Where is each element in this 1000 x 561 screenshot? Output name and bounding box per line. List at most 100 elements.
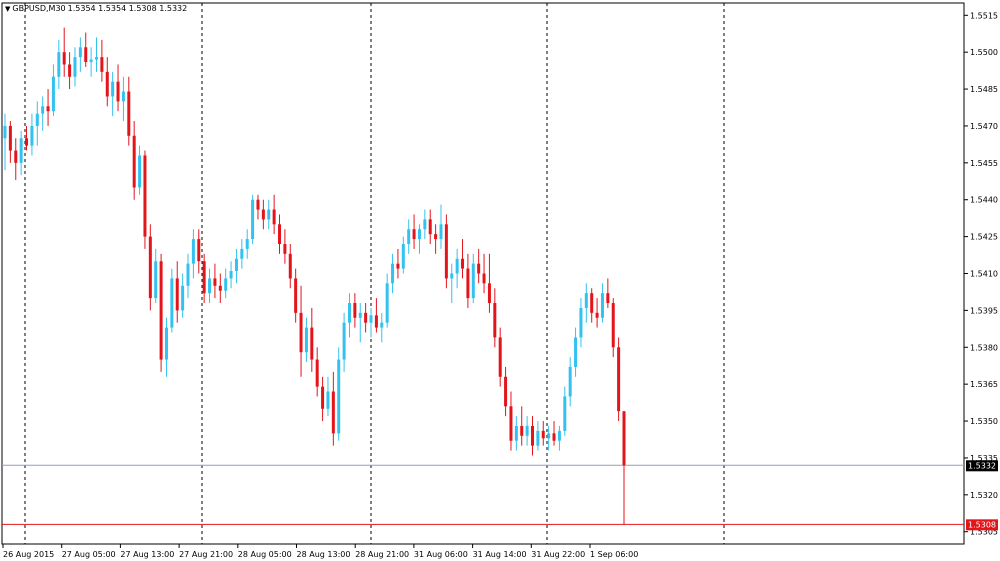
candle[interactable] xyxy=(224,268,228,299)
candle[interactable] xyxy=(3,113,7,171)
candle[interactable] xyxy=(272,194,276,235)
candle[interactable] xyxy=(261,199,265,230)
candle[interactable] xyxy=(78,37,82,72)
candle[interactable] xyxy=(557,425,561,451)
candle[interactable] xyxy=(353,293,357,328)
candle[interactable] xyxy=(132,121,136,200)
candle[interactable] xyxy=(202,253,206,304)
candle[interactable] xyxy=(530,416,534,456)
candle[interactable] xyxy=(482,253,486,294)
candle[interactable] xyxy=(477,248,481,284)
candle[interactable] xyxy=(622,411,626,525)
candle[interactable] xyxy=(407,219,411,254)
candle[interactable] xyxy=(364,303,368,333)
candle[interactable] xyxy=(84,32,88,67)
candle[interactable] xyxy=(498,327,502,387)
candle[interactable] xyxy=(73,47,77,87)
candle[interactable] xyxy=(342,312,346,372)
candle[interactable] xyxy=(283,229,287,264)
candle[interactable] xyxy=(175,261,179,323)
candle[interactable] xyxy=(267,199,271,230)
candle[interactable] xyxy=(159,253,163,372)
candle[interactable] xyxy=(213,263,217,299)
candle[interactable] xyxy=(455,248,459,289)
candle[interactable] xyxy=(331,371,335,446)
candle[interactable] xyxy=(391,253,395,294)
candle[interactable] xyxy=(461,239,465,279)
candle[interactable] xyxy=(584,283,588,323)
candle[interactable] xyxy=(450,263,454,304)
candle[interactable] xyxy=(520,406,524,446)
price-chart[interactable]: 1.5515 1.5500 1.5485 1.5470 1.5455 1.5440 1.54… xyxy=(0,0,1000,561)
candle[interactable] xyxy=(229,261,233,289)
candle[interactable] xyxy=(191,229,195,279)
candle[interactable] xyxy=(487,253,491,313)
candle[interactable] xyxy=(89,47,93,77)
candle[interactable] xyxy=(14,138,18,181)
candle[interactable] xyxy=(294,268,298,323)
candle[interactable] xyxy=(374,298,378,333)
candle[interactable] xyxy=(369,307,373,338)
candle[interactable] xyxy=(504,366,508,417)
candle[interactable] xyxy=(138,145,142,195)
candle[interactable] xyxy=(62,27,66,77)
candle[interactable] xyxy=(164,317,168,377)
candle[interactable] xyxy=(208,268,212,304)
candle[interactable] xyxy=(116,64,120,112)
candle[interactable] xyxy=(186,253,190,299)
candle[interactable] xyxy=(111,71,115,117)
candle[interactable] xyxy=(245,229,249,259)
candle[interactable] xyxy=(234,248,238,284)
candle[interactable] xyxy=(256,194,260,220)
candle[interactable] xyxy=(428,209,432,244)
candle[interactable] xyxy=(143,150,147,249)
chart-window[interactable]: 1.5515 1.5500 1.5485 1.5470 1.5455 1.5440 1.54… xyxy=(0,0,1000,561)
candle[interactable] xyxy=(595,298,599,328)
candle[interactable] xyxy=(19,130,23,176)
candle[interactable] xyxy=(347,293,351,338)
candle[interactable] xyxy=(218,273,222,304)
candle[interactable] xyxy=(154,248,158,304)
candle[interactable] xyxy=(401,236,405,274)
candle[interactable] xyxy=(563,386,567,436)
candle[interactable] xyxy=(326,376,330,417)
triangle-down-icon[interactable]: ▼ xyxy=(5,5,10,13)
candle[interactable] xyxy=(121,76,125,122)
candle[interactable] xyxy=(95,37,99,72)
candle[interactable] xyxy=(41,96,45,131)
candle[interactable] xyxy=(321,376,325,422)
candle[interactable] xyxy=(552,421,556,446)
candle[interactable] xyxy=(380,312,384,343)
candle[interactable] xyxy=(105,57,109,107)
candle[interactable] xyxy=(579,298,583,348)
candle[interactable] xyxy=(358,303,362,343)
candle[interactable] xyxy=(444,214,448,289)
candle[interactable] xyxy=(240,239,244,269)
candle[interactable] xyxy=(337,347,341,441)
candle[interactable] xyxy=(617,337,621,422)
candle[interactable] xyxy=(417,224,421,254)
candle[interactable] xyxy=(600,283,604,323)
candle[interactable] xyxy=(568,357,572,407)
candle[interactable] xyxy=(68,52,72,90)
candle[interactable] xyxy=(8,121,12,163)
candle[interactable] xyxy=(547,425,551,451)
candle[interactable] xyxy=(30,113,34,156)
candle[interactable] xyxy=(574,327,578,377)
candle[interactable] xyxy=(181,273,185,318)
candle[interactable] xyxy=(471,253,475,304)
candle[interactable] xyxy=(509,391,513,451)
candle[interactable] xyxy=(315,347,319,397)
candle[interactable] xyxy=(304,317,308,363)
candle[interactable] xyxy=(46,89,50,126)
candle[interactable] xyxy=(170,268,174,333)
candle[interactable] xyxy=(434,224,438,254)
candle[interactable] xyxy=(148,224,152,311)
candle[interactable] xyxy=(541,421,545,446)
candle[interactable] xyxy=(423,209,427,240)
candle[interactable] xyxy=(439,204,443,249)
candle[interactable] xyxy=(299,285,303,377)
candle[interactable] xyxy=(288,243,292,289)
candle[interactable] xyxy=(590,288,594,323)
candle[interactable] xyxy=(525,416,529,446)
